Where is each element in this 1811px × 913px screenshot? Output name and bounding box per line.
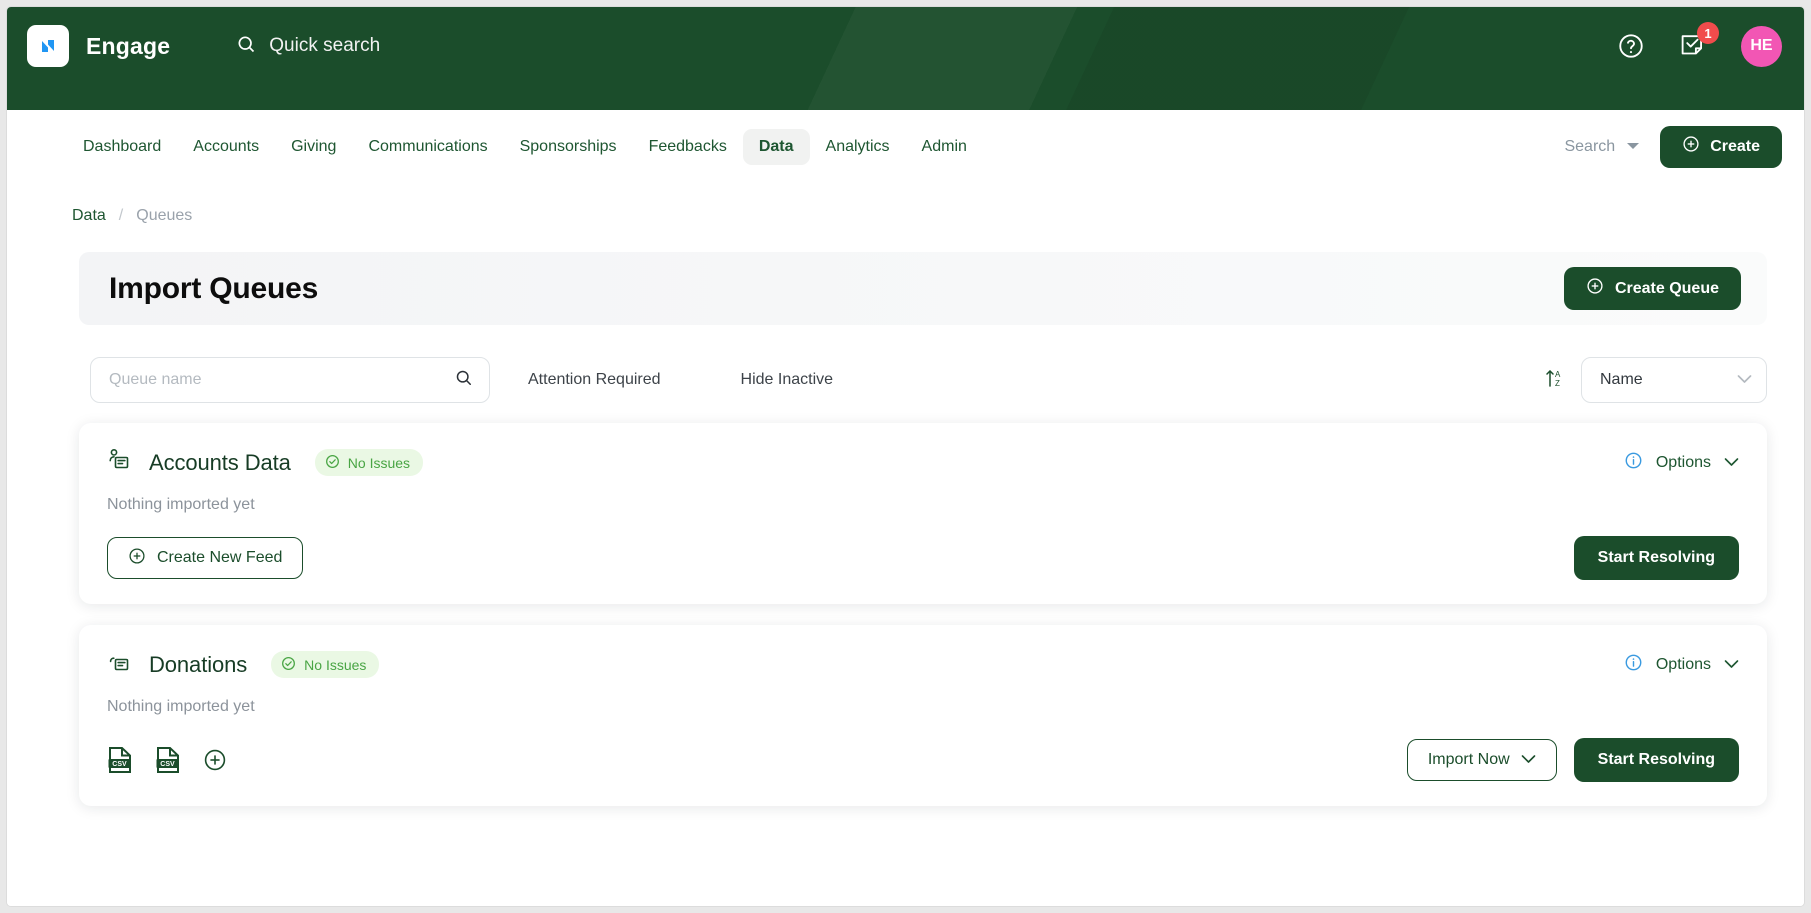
plus-circle-icon [1586,277,1604,300]
info-circle-icon[interactable] [1624,653,1643,677]
sort-controls: A Z Name [1545,357,1767,403]
nav-item-analytics[interactable]: Analytics [810,129,906,165]
main-navigation: Dashboard Accounts Giving Communications… [39,110,1804,183]
help-circle-icon[interactable] [1617,32,1645,60]
account-record-icon [107,447,133,478]
import-now-button[interactable]: Import Now [1406,739,1557,781]
queue-options-label: Options [1655,453,1711,471]
feed-icon-list: CSV CSV [107,746,227,774]
create-queue-button[interactable]: Create Queue [1563,267,1741,310]
svg-text:A: A [1555,370,1561,379]
queue-footer-actions: Import Now Start Resolving [1406,738,1739,782]
nav-search-label: Search [1564,137,1616,155]
donation-record-icon [107,649,133,680]
queue-options-button[interactable]: Options [1624,653,1739,677]
attention-required-filter[interactable]: Attention Required [528,371,661,389]
search-input[interactable] [109,371,454,389]
search-icon [236,34,256,59]
csv-file-icon[interactable]: CSV [107,746,133,774]
create-button[interactable]: Create [1660,125,1782,168]
queue-card-list: Accounts Data No Issues Options Nothing … [79,423,1767,806]
queue-footer-actions: Start Resolving [1573,536,1739,580]
queue-card-header: Accounts Data No Issues Options [107,447,1739,478]
queue-card-header: Donations No Issues Options [107,649,1739,680]
quick-search-label: Quick search [269,35,381,56]
engage-logo-icon[interactable] [27,25,69,67]
filter-toolbar: Attention Required Hide Inactive A Z Nam… [90,357,1767,403]
page-title-bar: Import Queues Create Queue [79,252,1767,325]
nav-item-giving[interactable]: Giving [275,129,352,165]
breadcrumb-data[interactable]: Data [72,207,106,225]
nav-item-accounts[interactable]: Accounts [177,129,275,165]
chevron-down-icon [1737,371,1752,389]
nav-item-sponsorships[interactable]: Sponsorships [504,129,633,165]
check-circle-icon [281,656,296,674]
breadcrumb: Data / Queues [72,207,1804,225]
nav-item-communications[interactable]: Communications [352,129,503,165]
chevron-down-icon [1626,138,1640,156]
nav-item-data[interactable]: Data [742,128,810,165]
svg-text:Z: Z [1555,379,1560,388]
queue-name: Donations [149,651,248,677]
header-actions: 1 HE [1617,22,1782,67]
task-badge-count: 1 [1697,22,1719,44]
create-new-feed-button[interactable]: Create New Feed [107,537,304,579]
add-feed-button[interactable] [203,748,227,772]
chevron-down-icon [1724,656,1739,674]
queue-card-footer: Create New Feed Start Resolving [107,536,1739,580]
status-badge-label: No Issues [304,656,367,673]
task-note-icon[interactable]: 1 [1678,22,1719,61]
queue-card-donations: Donations No Issues Options Nothing impo… [79,625,1767,806]
import-now-label: Import Now [1427,751,1510,768]
avatar[interactable]: HE [1741,25,1782,67]
create-queue-label: Create Queue [1614,279,1719,297]
search-icon[interactable] [454,368,473,392]
plus-circle-icon [128,547,146,570]
queue-subtitle: Nothing imported yet [107,698,255,715]
nav-right-actions: Search Create [1564,125,1782,168]
nav-item-feedbacks[interactable]: Feedbacks [633,129,743,165]
svg-text:CSV: CSV [112,761,127,768]
breadcrumb-separator: / [118,207,124,224]
info-circle-icon[interactable] [1624,451,1643,475]
sort-select[interactable]: Name [1581,357,1767,403]
start-resolving-button[interactable]: Start Resolving [1573,738,1739,782]
csv-file-icon[interactable]: CSV [155,746,181,774]
hide-inactive-filter[interactable]: Hide Inactive [741,371,834,389]
queue-options-label: Options [1655,655,1711,673]
check-circle-icon [325,454,340,472]
page-content: Data / Queues Import Queues Create Queue [7,183,1804,906]
quick-search-trigger[interactable]: Quick search [236,25,380,67]
chevron-down-icon [1521,751,1536,769]
nav-search-dropdown[interactable]: Search [1564,138,1640,156]
chevron-down-icon [1724,454,1739,472]
create-button-label: Create [1710,137,1760,155]
sort-az-icon[interactable]: A Z [1545,367,1565,394]
nav-item-admin[interactable]: Admin [906,129,983,165]
nav-item-dashboard[interactable]: Dashboard [67,129,177,165]
sort-select-value: Name [1600,371,1643,388]
status-badge: No Issues [314,449,424,476]
status-badge-label: No Issues [347,454,411,471]
breadcrumb-queues[interactable]: Queues [136,207,192,225]
start-resolving-button[interactable]: Start Resolving [1573,536,1739,580]
app-window: Engage Quick search 1 HE Dashboard Accou… [7,7,1804,906]
queue-options-button[interactable]: Options [1624,451,1739,475]
page-title: Import Queues [109,271,319,305]
svg-text:CSV: CSV [160,761,175,768]
queue-card-accounts-data: Accounts Data No Issues Options Nothing … [79,423,1767,604]
nav-items: Dashboard Accounts Giving Communications… [67,128,983,165]
create-new-feed-label: Create New Feed [157,549,283,566]
top-header-bar: Engage Quick search 1 HE [7,7,1804,110]
queue-subtitle: Nothing imported yet [107,496,255,513]
queue-card-footer: CSV CSV Import Now Start Resolving [107,738,1739,782]
queue-search-box[interactable] [90,357,490,403]
status-badge: No Issues [271,651,380,678]
plus-circle-icon [1682,135,1700,158]
queue-name: Accounts Data [149,449,291,475]
brand-name: Engage [86,33,171,59]
